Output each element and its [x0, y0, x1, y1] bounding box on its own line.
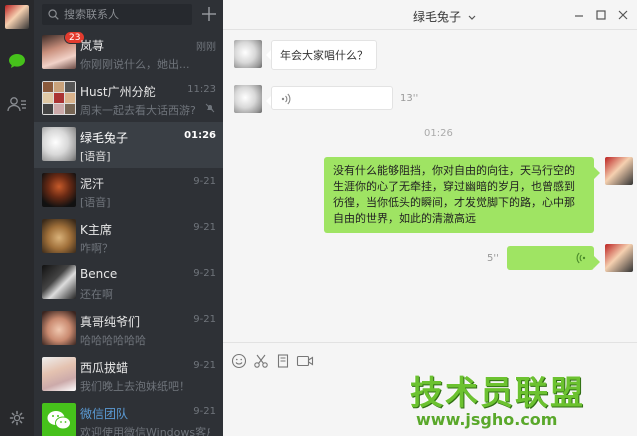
last-message-time: 刚刚	[196, 42, 216, 53]
search-icon	[48, 9, 59, 20]
last-message-time: 01:26	[184, 130, 216, 141]
message-text: 没有什么能够阻挡，你对自由的向往，天马行空的生涯你的心了无牵挂，穿过幽暗的岁月，…	[333, 164, 575, 225]
chat-window: 绿毛兔子 年会大家唱什么？ 13'' 01:26 没有什么能够阻挡，你对自由的向…	[223, 0, 637, 436]
search-input[interactable]	[64, 8, 182, 21]
search-box[interactable]	[42, 4, 192, 25]
last-message-time: 9-21	[193, 268, 216, 279]
last-message-preview: [语音]	[80, 196, 111, 209]
last-message-time: 9-21	[193, 360, 216, 371]
video-call-icon[interactable]	[296, 353, 314, 369]
contact-name: 真哥纯爷们	[80, 315, 141, 329]
contact-avatar	[42, 265, 76, 299]
conversation-item[interactable]: 西瓜拔蜡 我们晚上去泡妹纸吧！ 9-21	[34, 352, 223, 398]
conversation-item-selected[interactable]: 绿毛兔子 [语音] 01:26	[34, 122, 223, 168]
contact-name: 绿毛兔子	[80, 131, 129, 145]
last-message-preview: 哈哈哈哈哈哈	[80, 334, 146, 347]
watermark-title: 技术员联盟	[410, 373, 585, 412]
last-message-preview: [语音]	[80, 150, 111, 163]
last-message-time: 9-21	[193, 314, 216, 325]
conversation-item[interactable]: K主席 咋啊？ 9-21	[34, 214, 223, 260]
conversation-item[interactable]: 微信团队 欢迎使用微信Windows客户端 9-21	[34, 398, 223, 436]
contact-name: 岚荨	[80, 39, 105, 53]
voice-duration: 13''	[400, 93, 419, 104]
message-text: 年会大家唱什么？	[280, 49, 368, 62]
last-message-time: 9-21	[193, 406, 216, 417]
voice-message-incoming[interactable]	[266, 86, 393, 110]
conversation-item[interactable]: Hust广州分舵 周末一起去看大话西游? 11:23	[34, 76, 223, 122]
conversation-item[interactable]: Bence 还在啊 9-21	[34, 260, 223, 306]
time-separator: 01:26	[424, 128, 453, 139]
last-message-preview: 我们晚上去泡妹纸吧！	[80, 380, 190, 393]
message-bubble-incoming[interactable]: 年会大家唱什么？	[266, 40, 377, 70]
last-message-time: 9-21	[193, 222, 216, 233]
my-avatar[interactable]	[5, 5, 29, 29]
contact-avatar	[42, 357, 76, 391]
last-message-preview: 欢迎使用微信Windows客户端	[80, 426, 210, 436]
watermark: 技术员联盟 www.jsgho.com	[410, 366, 632, 429]
voice-wave-icon	[576, 252, 586, 264]
chat-header: 绿毛兔子	[223, 0, 637, 30]
search-bar	[34, 0, 223, 30]
chat-title[interactable]: 绿毛兔子	[413, 8, 476, 25]
contacts-tab-icon[interactable]	[5, 93, 29, 115]
mute-bell-icon	[205, 103, 215, 113]
last-message-time: 9-21	[193, 176, 216, 187]
add-plus-icon[interactable]	[200, 5, 218, 23]
last-message-preview: 你刚刚说什么，她出...	[80, 58, 190, 71]
contact-name: 西瓜拔蜡	[80, 361, 129, 375]
last-message-preview: 周末一起去看大话西游?	[80, 104, 196, 117]
group-avatar	[42, 81, 76, 115]
sender-avatar[interactable]	[234, 40, 262, 68]
watermark-url: www.jsgho.com	[416, 410, 558, 429]
contact-name: 微信团队	[80, 407, 129, 421]
screenshot-scissors-icon[interactable]	[253, 353, 269, 369]
contact-name: K主席	[80, 223, 112, 237]
contact-name: Bence	[80, 267, 118, 281]
settings-gear-icon[interactable]	[5, 407, 29, 429]
conversation-list: 23 岚荨 你刚刚说什么，她出... 刚刚 Hust广州分舵 周末一起去看大话西…	[34, 0, 223, 436]
emoji-icon[interactable]	[231, 353, 247, 369]
chevron-down-icon	[468, 15, 476, 20]
last-message-time: 11:23	[187, 84, 216, 95]
chat-title-label: 绿毛兔子	[413, 10, 462, 24]
voice-duration: 5''	[487, 253, 499, 264]
contact-avatar	[42, 173, 76, 207]
minimize-icon[interactable]	[573, 9, 585, 21]
contact-avatar	[42, 311, 76, 345]
contact-avatar	[42, 219, 76, 253]
contact-name: 泥汗	[80, 177, 105, 191]
last-message-preview: 还在啊	[80, 288, 113, 301]
close-icon[interactable]	[617, 9, 629, 21]
nav-rail	[0, 0, 34, 436]
message-bubble-outgoing[interactable]: 没有什么能够阻挡，你对自由的向往，天马行空的生涯你的心了无牵挂，穿过幽暗的岁月，…	[324, 157, 600, 233]
chat-tab-icon[interactable]	[5, 50, 29, 72]
file-icon[interactable]	[275, 353, 291, 369]
sender-avatar[interactable]	[234, 85, 262, 113]
my-avatar[interactable]	[605, 157, 633, 185]
last-message-preview: 咋啊？	[80, 242, 113, 255]
conversation-item[interactable]: 真哥纯爷们 哈哈哈哈哈哈 9-21	[34, 306, 223, 352]
wechat-logo-icon	[42, 403, 76, 436]
my-avatar[interactable]	[605, 244, 633, 272]
conversation-item[interactable]: 23 岚荨 你刚刚说什么，她出... 刚刚	[34, 30, 223, 76]
maximize-icon[interactable]	[595, 9, 607, 21]
contact-name: Hust广州分舵	[80, 85, 156, 99]
conversation-item[interactable]: 泥汗 [语音] 9-21	[34, 168, 223, 214]
voice-message-outgoing[interactable]	[507, 246, 600, 270]
contact-avatar	[42, 127, 76, 161]
voice-wave-icon	[281, 93, 291, 105]
